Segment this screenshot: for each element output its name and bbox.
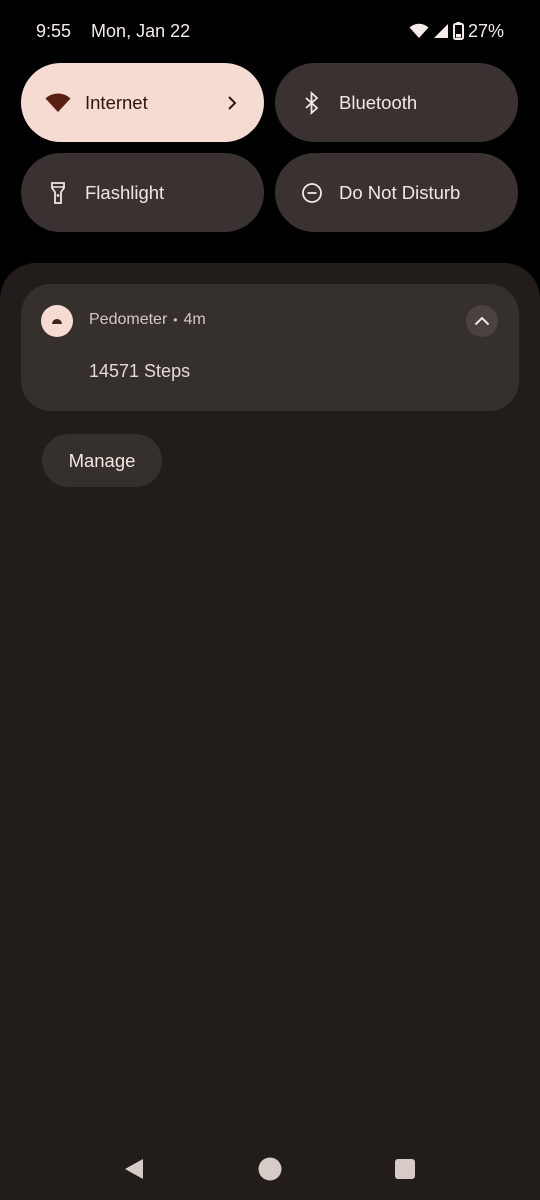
home-icon[interactable]	[249, 1148, 291, 1190]
chevron-right-icon[interactable]	[222, 93, 242, 113]
notification-time: 4m	[183, 311, 206, 328]
collapse-button[interactable]	[466, 305, 498, 337]
do-not-disturb-icon	[299, 180, 325, 206]
notification-header: Pedometer • 4m	[89, 311, 206, 329]
pedometer-app-icon	[41, 305, 73, 337]
wifi-icon	[45, 90, 71, 116]
notification-card[interactable]: Pedometer • 4m 14571 Steps	[21, 284, 519, 411]
status-bar: 9:55 Mon, Jan 22 27%	[0, 0, 540, 62]
tile-bluetooth-label: Bluetooth	[339, 91, 418, 113]
tile-flashlight[interactable]: Flashlight	[21, 153, 264, 232]
status-icons: 27%	[409, 21, 504, 42]
status-date: Mon, Jan 22	[91, 20, 191, 41]
tile-internet-label: Internet	[85, 91, 148, 113]
bluetooth-icon	[299, 90, 325, 116]
notification-body: 14571 Steps	[89, 361, 191, 381]
tile-do-not-disturb[interactable]: Do Not Disturb	[275, 153, 518, 232]
tile-internet[interactable]: Internet	[21, 63, 264, 142]
notification-shade: Pedometer • 4m 14571 Steps Manage	[0, 263, 540, 1200]
notification-separator: •	[173, 313, 178, 327]
manage-button[interactable]: Manage	[42, 434, 162, 487]
notification-app-name: Pedometer	[89, 311, 168, 328]
wifi-icon	[409, 23, 429, 39]
recents-icon[interactable]	[385, 1149, 425, 1189]
back-icon[interactable]	[114, 1149, 154, 1189]
battery-percent: 27%	[467, 20, 504, 41]
cellular-signal-icon	[433, 23, 449, 39]
tile-do-not-disturb-label: Do Not Disturb	[339, 181, 461, 203]
screen: 9:55 Mon, Jan 22 27% Internet Bluetooth …	[0, 0, 540, 1200]
status-time: 9:55	[36, 20, 72, 41]
flashlight-icon	[45, 180, 71, 206]
tile-bluetooth[interactable]: Bluetooth	[275, 63, 518, 142]
tile-flashlight-label: Flashlight	[85, 181, 165, 203]
navigation-bar	[0, 1141, 540, 1195]
battery-icon	[452, 22, 464, 40]
quick-settings-tiles: Internet Bluetooth Flashlight Do Not Dis…	[21, 63, 518, 232]
